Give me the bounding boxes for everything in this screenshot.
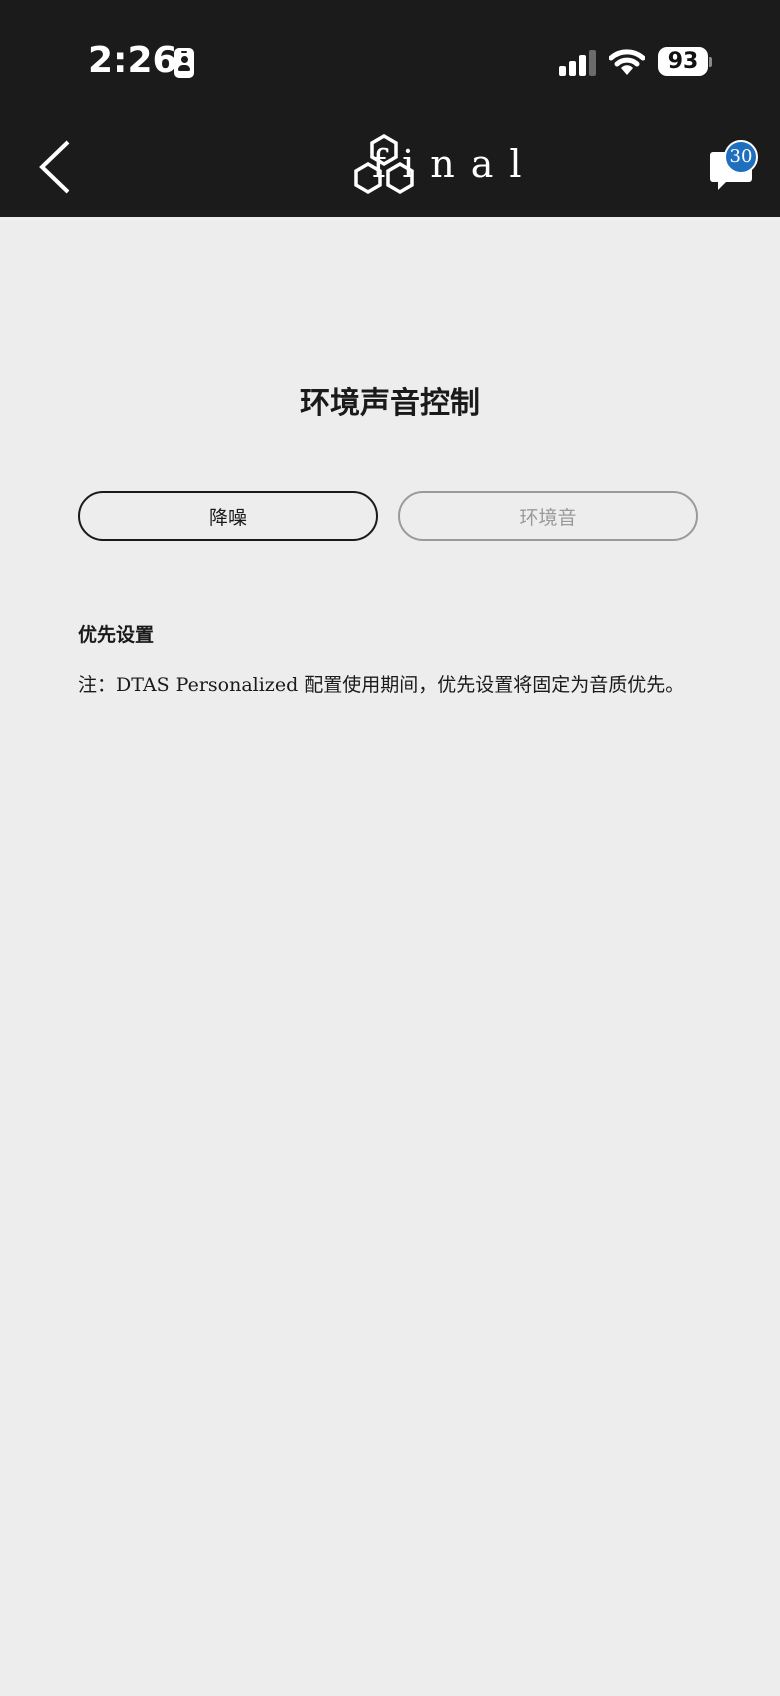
message-count-badge: 30 — [724, 140, 758, 174]
brand-logo-text: final — [372, 142, 538, 186]
top-bar: 2:26 93 final 30 — [0, 0, 780, 217]
battery-icon: 93 — [658, 47, 708, 76]
status-time: 2:26 — [88, 40, 178, 81]
chat-bubble-tail — [718, 180, 728, 190]
battery-nub — [709, 57, 712, 67]
page-title: 环境声音控制 — [300, 386, 480, 421]
back-button[interactable] — [30, 132, 80, 198]
id-badge-icon — [174, 48, 194, 78]
cellular-signal-icon — [559, 50, 596, 76]
wifi-icon — [609, 49, 645, 75]
battery-level: 93 — [667, 49, 699, 74]
tab-noise-cancelling[interactable]: 降噪 — [78, 491, 378, 541]
messages-button[interactable]: 30 — [706, 140, 766, 190]
tab-ambient-sound[interactable]: 环境音 — [398, 491, 698, 541]
app-screen: 2:26 93 final 30 环境声音控制 降噪 环境音 优先设置 注：DT… — [0, 0, 780, 1696]
priority-note: 注：DTAS Personalized 配置使用期间，优先设置将固定为音质优先。 — [78, 674, 685, 696]
priority-settings-label: 优先设置 — [78, 624, 155, 646]
mode-selector: 降噪 环境音 — [78, 491, 702, 545]
